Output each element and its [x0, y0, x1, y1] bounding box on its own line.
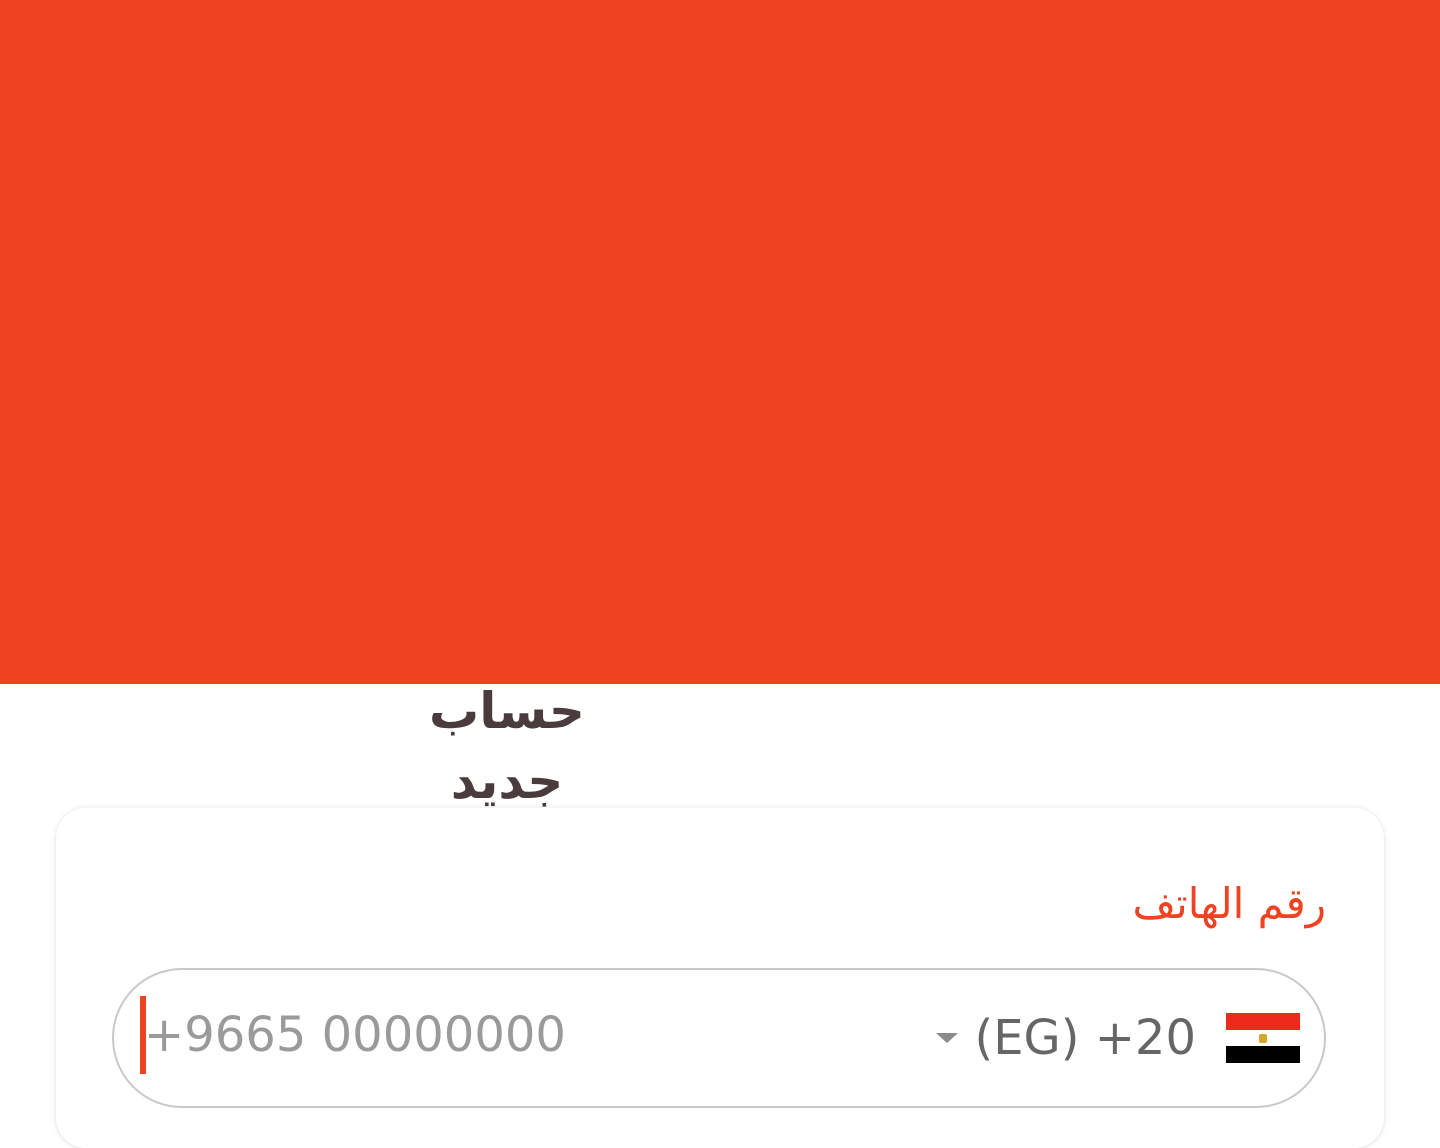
- phone-input[interactable]: [144, 1000, 704, 1070]
- phone-field[interactable]: (EG) +20: [112, 968, 1326, 1108]
- phone-form-card: رقم الهاتف (EG) +20: [56, 808, 1384, 1148]
- caret-down-icon[interactable]: [936, 1033, 959, 1043]
- page-title: حساب جديد: [429, 682, 585, 810]
- country-code-selector[interactable]: (EG) +20: [936, 1006, 1300, 1070]
- egypt-flag-icon: [1226, 1013, 1300, 1064]
- hero-banner: [0, 0, 1440, 684]
- phone-label: رقم الهاتف: [1132, 879, 1326, 928]
- country-code[interactable]: (EG) +20: [974, 1006, 1196, 1070]
